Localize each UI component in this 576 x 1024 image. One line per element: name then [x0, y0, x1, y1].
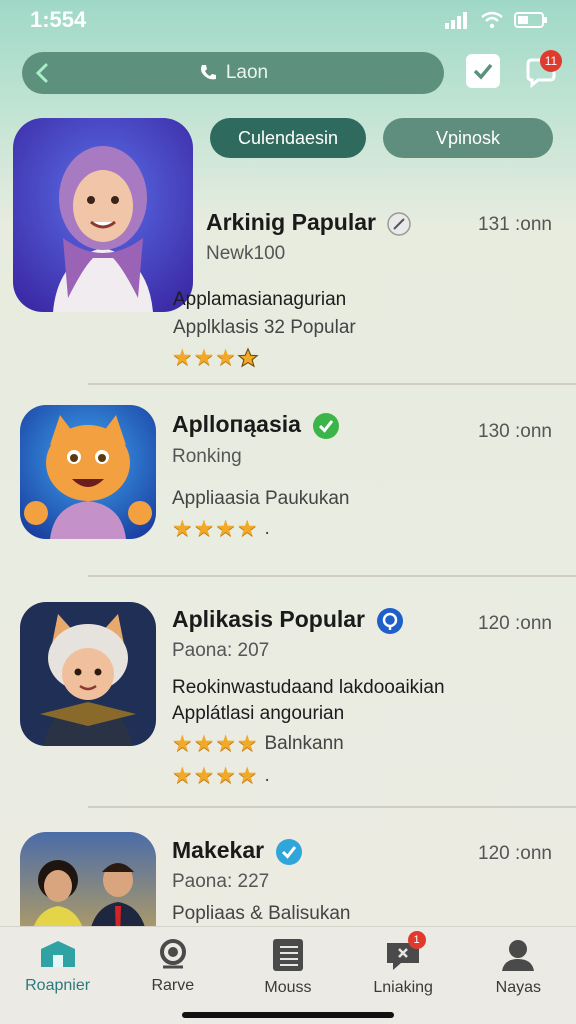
- blue-badge-icon: [377, 608, 404, 634]
- nav-item-home[interactable]: Roapnier: [0, 927, 115, 1024]
- app-name[interactable]: Aplloпąasia: [172, 411, 341, 441]
- app-description: Applamasianagurian: [173, 289, 347, 310]
- star-icon: ★: [215, 730, 236, 756]
- nav-label: Rarve: [151, 977, 195, 994]
- bottom-navigation: Roapnier Rarve Mouss 1 Lniaking Nayas: [0, 926, 576, 1024]
- app-description-secondary: Applklasis 32 Popular: [173, 317, 356, 338]
- profile-icon: [502, 940, 535, 971]
- star-icon: ★: [193, 515, 215, 541]
- green-check-icon: [313, 413, 340, 439]
- divider: [88, 575, 576, 577]
- rating-stars: ★ ★ ★: [172, 346, 259, 369]
- app-time: 130 :onn: [478, 421, 552, 442]
- app-time: 120 :onn: [478, 613, 552, 634]
- search-icon: [159, 939, 186, 969]
- app-icon-avatar-hijab[interactable]: [13, 118, 193, 312]
- tab-vpinosk[interactable]: Vpinosk: [383, 118, 553, 158]
- blue-check-icon: [276, 839, 303, 865]
- search-label: Laon: [225, 62, 269, 83]
- rating-extra: .: [264, 764, 270, 786]
- star-icon: ★: [172, 344, 193, 370]
- home-indicator[interactable]: [182, 1012, 394, 1018]
- nav-label: Mouss: [264, 979, 312, 996]
- divider: [88, 806, 576, 808]
- rating-stars-secondary: ★ ★ ★ ★ .: [172, 764, 270, 787]
- star-icon: ★: [236, 730, 258, 756]
- rating-stars: ★ ★ ★ ★ .: [172, 517, 270, 540]
- chat-button[interactable]: 11: [522, 50, 562, 90]
- nav-label: Nayas: [495, 979, 542, 996]
- nav-item-messages[interactable]: 1 Lniaking: [346, 927, 461, 1024]
- document-icon: [272, 939, 303, 971]
- app-description: Popliaas & Balisukan: [172, 903, 351, 924]
- app-name[interactable]: Arkinig Papular: [206, 209, 412, 237]
- notification-badge: 1: [407, 931, 426, 949]
- top-bar: Laon 11: [22, 50, 562, 94]
- star-icon: ★: [193, 344, 215, 370]
- half-star-icon: [237, 346, 259, 367]
- star-icon: ★: [172, 762, 193, 788]
- app-subtitle: Newk100: [206, 243, 286, 264]
- notification-badge: 11: [540, 50, 562, 72]
- search-bar[interactable]: Laon: [22, 52, 444, 94]
- star-icon: ★: [215, 515, 236, 541]
- nav-item-search[interactable]: Rarve: [115, 927, 230, 1024]
- app-subtitle: Paona: 207: [172, 640, 270, 661]
- status-icons: [444, 11, 548, 29]
- tab-culendaesin[interactable]: Culendaesin: [210, 118, 366, 158]
- home-icon: [40, 941, 75, 967]
- app-name-text: Aplloпąasia: [172, 411, 301, 438]
- back-chevron-icon[interactable]: [34, 62, 50, 84]
- app-description: Appliaasia Paukukan: [172, 488, 350, 509]
- signal-icon: [445, 12, 467, 29]
- app-name-text: Aplikasis Popular: [172, 606, 366, 633]
- checkbox-button[interactable]: [466, 54, 500, 88]
- rating-stars: ★ ★ ★ ★ Balnkann: [172, 732, 344, 755]
- nav-item-mouss[interactable]: Mouss: [230, 927, 345, 1024]
- battery-icon: [514, 12, 547, 28]
- star-icon: ★: [236, 762, 258, 788]
- app-icon-cat-girl[interactable]: [20, 602, 156, 746]
- nav-item-profile[interactable]: Nayas: [461, 927, 576, 1024]
- app-name-text: Makekar: [172, 837, 265, 864]
- phone-icon: [198, 63, 218, 83]
- app-description: Reokinwastudaand lakdooaikian: [172, 677, 445, 698]
- app-time: 120 :onn: [478, 843, 552, 864]
- app-subtitle: Paona: 227: [172, 871, 270, 892]
- app-subtitle: Ronking: [172, 446, 242, 467]
- divider: [88, 383, 576, 385]
- app-name[interactable]: Makekar: [172, 837, 304, 867]
- nav-label: Lniaking: [373, 979, 433, 996]
- star-icon: ★: [215, 344, 236, 370]
- wifi-icon: [481, 11, 503, 29]
- rating-extra: Balnkann: [264, 732, 344, 754]
- star-icon: ★: [215, 762, 236, 788]
- clock-icon: [387, 212, 412, 236]
- star-icon: ★: [193, 762, 215, 788]
- star-icon: ★: [236, 515, 258, 541]
- status-time: 1:554: [30, 7, 87, 32]
- nav-label: Roapnier: [25, 977, 91, 994]
- rating-extra: .: [264, 517, 270, 539]
- app-icon-cat[interactable]: [20, 405, 156, 539]
- star-icon: ★: [193, 730, 215, 756]
- star-icon: ★: [172, 515, 193, 541]
- status-bar: 1:554: [0, 0, 576, 40]
- app-name-text: Arkinig Papular: [206, 209, 376, 235]
- checkmark-icon: [473, 63, 493, 80]
- star-icon: ★: [172, 730, 193, 756]
- app-name[interactable]: Aplikasis Popular: [172, 606, 405, 636]
- app-description-secondary: Applátlasi angourian: [172, 703, 345, 724]
- app-time: 131 :onn: [478, 214, 552, 235]
